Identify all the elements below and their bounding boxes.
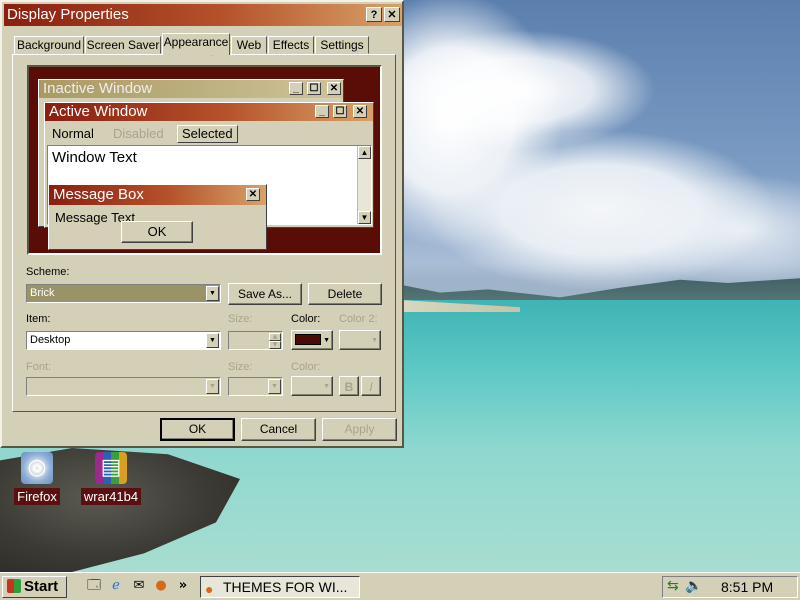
chevron-down-icon[interactable]: ▼ (206, 379, 219, 394)
chevron-down-icon: ▼ (323, 383, 330, 390)
preview-message-box-titlebar[interactable]: Message Box ✕ (49, 185, 266, 205)
save-as-button[interactable]: Save As... (228, 283, 302, 305)
desktop-icon-wrar[interactable]: ▤ wrar41b4 (79, 452, 143, 505)
firefox-icon[interactable]: ● (153, 578, 169, 594)
close-icon: ✕ (353, 105, 367, 118)
item-color2-label: Color 2: (339, 313, 378, 325)
taskbar-task-themes[interactable]: ● THEMES FOR WI... (200, 576, 360, 598)
scheme-select[interactable]: Brick ▼ (26, 284, 221, 303)
item-color2-picker[interactable]: ▼ (339, 330, 381, 350)
tab-background[interactable]: Background (14, 36, 84, 54)
scheme-label: Scheme: (26, 266, 70, 278)
tab-web[interactable]: Web (231, 36, 267, 54)
font-color-label: Color: (291, 361, 321, 373)
preview-menu-selected[interactable]: Selected (177, 125, 238, 143)
chevron-down-icon: ▼ (371, 337, 378, 344)
clock[interactable]: 8:51 PM (721, 579, 773, 595)
preview-ok-button[interactable]: OK (121, 221, 193, 243)
tab-appearance[interactable]: Appearance (162, 33, 230, 55)
scroll-down-icon[interactable]: ▼ (358, 211, 371, 224)
maximize-icon: ☐ (307, 82, 321, 95)
close-icon: ✕ (246, 188, 260, 201)
preview-window-text: Window Text (52, 149, 137, 166)
font-color-picker[interactable]: ▼ (291, 376, 333, 396)
font-select[interactable]: ▼ (26, 377, 221, 396)
start-button[interactable]: Start (2, 576, 67, 598)
preview-scrollbar[interactable]: ▲ ▼ (357, 146, 371, 224)
help-button[interactable]: ? (366, 7, 382, 22)
preview-inactive-titlebar[interactable]: Inactive Window _ ☐ ✕ (39, 80, 343, 98)
preview-message-box[interactable]: Message Box ✕ Message Text OK (48, 184, 267, 250)
item-color-label: Color: (291, 313, 321, 325)
italic-button[interactable]: I (361, 376, 381, 396)
system-tray: ⇆ 🔈 8:51 PM (662, 576, 798, 598)
item-size-label: Size: (228, 313, 253, 325)
font-size-select[interactable]: ▼ (228, 377, 283, 396)
chevron-down-icon: ▼ (323, 337, 330, 344)
minimize-icon: _ (315, 105, 329, 118)
preview-message-box-title: Message Box (53, 186, 144, 203)
preview-menu-normal[interactable]: Normal (52, 125, 94, 143)
item-value: Desktop (30, 334, 71, 346)
item-label: Item: (26, 313, 51, 325)
cancel-button[interactable]: Cancel (241, 418, 316, 441)
close-button[interactable]: ✕ (384, 7, 400, 22)
desktop-icon-label: wrar41b4 (80, 488, 142, 505)
network-icon[interactable]: ⇆ (667, 578, 679, 594)
preview-inactive-title: Inactive Window (43, 80, 153, 97)
taskbar-task-label: THEMES FOR WI... (223, 579, 348, 595)
scroll-up-icon[interactable]: ▲ (358, 146, 371, 159)
spin-up-icon[interactable]: ▲ (269, 333, 281, 341)
preview-active-titlebar[interactable]: Active Window _ ☐ ✕ (45, 103, 373, 121)
chevron-down-icon[interactable]: ▼ (206, 286, 219, 301)
show-desktop-icon[interactable]: 🗔 (86, 578, 102, 594)
spin-down-icon[interactable]: ▼ (269, 341, 281, 349)
firefox-icon: ● (205, 581, 214, 597)
tab-screen-saver[interactable]: Screen Saver (85, 36, 161, 54)
firefox-cd-icon: ◎ (21, 452, 53, 484)
desktop-icon-label: Firefox (14, 488, 60, 505)
dialog-title: Display Properties (7, 6, 129, 23)
preview-menu-disabled[interactable]: Disabled (113, 125, 164, 143)
outlook-express-icon[interactable]: ✉ (131, 578, 147, 594)
windows-logo-icon (7, 579, 21, 593)
item-color-swatch (295, 334, 321, 345)
scheme-value: Brick (30, 287, 55, 299)
item-size-spinner[interactable]: ▲ ▼ (228, 331, 283, 350)
close-icon: ✕ (327, 82, 341, 95)
dialog-titlebar[interactable]: Display Properties ? ✕ (4, 4, 402, 26)
taskbar: Start 🗔 ℯ ✉ ● » ● THEMES FOR WI... ⇆ 🔈 8… (0, 572, 800, 600)
font-size-label: Size: (228, 361, 253, 373)
ok-button[interactable]: OK (160, 418, 235, 441)
volume-icon[interactable]: 🔈 (685, 578, 702, 594)
chevron-down-icon[interactable]: ▼ (206, 333, 219, 348)
tab-effects[interactable]: Effects (268, 36, 314, 54)
desktop-icon-firefox[interactable]: ◎ Firefox (5, 452, 69, 505)
apply-button[interactable]: Apply (322, 418, 397, 441)
start-label: Start (24, 578, 59, 595)
minimize-icon: _ (289, 82, 303, 95)
maximize-icon: ☐ (333, 105, 347, 118)
item-color-picker[interactable]: ▼ (291, 330, 333, 350)
display-properties-dialog: Display Properties ? ✕ Background Screen… (0, 0, 404, 448)
internet-explorer-icon[interactable]: ℯ (108, 578, 124, 594)
tab-settings[interactable]: Settings (315, 36, 369, 54)
item-select[interactable]: Desktop ▼ (26, 331, 221, 350)
winrar-archive-icon: ▤ (95, 452, 127, 484)
preview-active-title: Active Window (49, 103, 148, 120)
quick-launch-overflow-icon[interactable]: » (175, 578, 191, 594)
delete-scheme-button[interactable]: Delete (308, 283, 382, 305)
bold-button[interactable]: B (339, 376, 359, 396)
font-label: Font: (26, 361, 52, 373)
chevron-down-icon[interactable]: ▼ (268, 379, 281, 394)
